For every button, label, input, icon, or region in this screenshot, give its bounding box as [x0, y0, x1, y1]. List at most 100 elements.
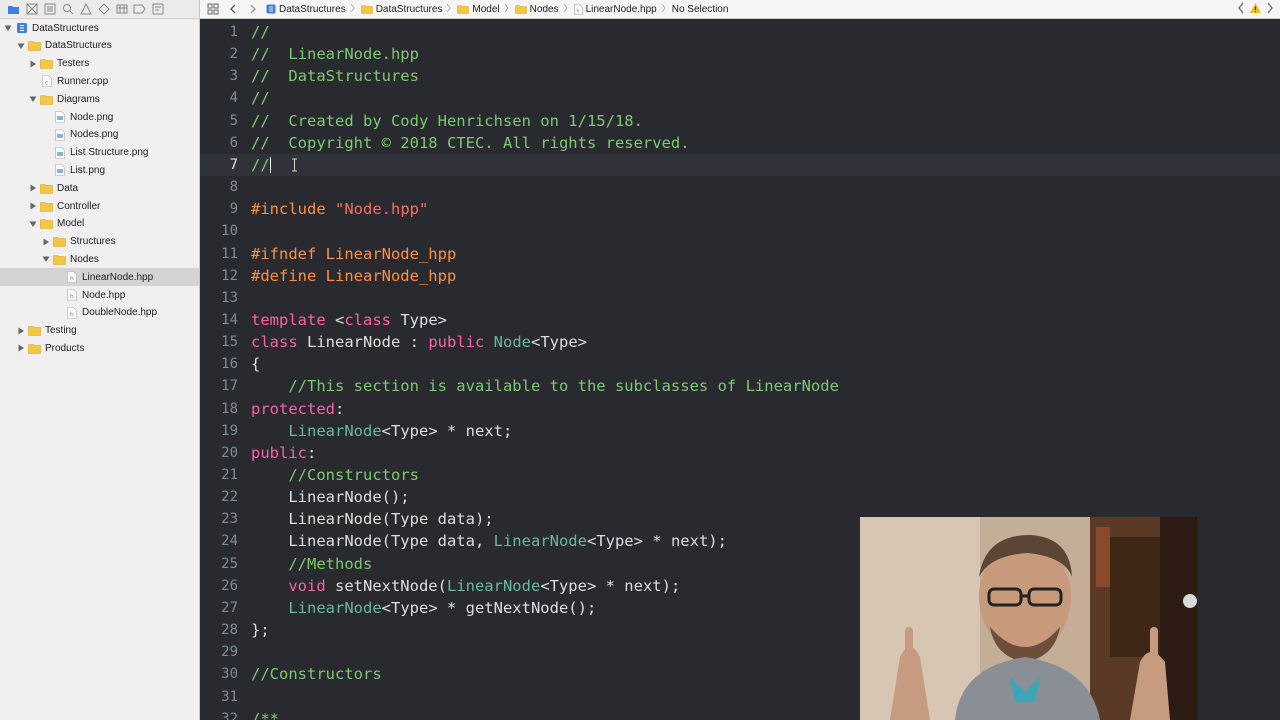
code-line[interactable]: 5 // Created by Cody Henrichsen on 1/15/1… — [200, 110, 1280, 132]
disclosure-open-icon[interactable] — [28, 219, 38, 229]
code-line[interactable]: 13 — [200, 287, 1280, 309]
code-line[interactable]: 15 class LinearNode : public Node<Type> — [200, 331, 1280, 353]
tree-item-data[interactable]: Data — [0, 179, 199, 197]
report-navigator-icon[interactable] — [150, 2, 165, 17]
back-arrow-icon[interactable] — [226, 2, 240, 16]
tree-item-node-png[interactable]: Node.png — [0, 108, 199, 126]
forward-arrow-icon[interactable] — [246, 2, 260, 16]
related-items-icon[interactable] — [206, 2, 220, 16]
find-icon[interactable] — [60, 2, 75, 17]
code-line[interactable]: 1 // — [200, 21, 1280, 43]
disclosure-open-icon[interactable] — [16, 41, 26, 51]
code-line[interactable]: 7 // — [200, 153, 1280, 176]
tree-item-label: Model — [57, 218, 85, 230]
symbol-navigator-icon[interactable] — [42, 2, 57, 17]
disclosure-closed-icon[interactable] — [41, 237, 51, 247]
breadcrumb-item[interactable]: DataStructures — [360, 3, 452, 16]
tree-item-model[interactable]: Model — [0, 215, 199, 233]
code-line[interactable]: 21 //Constructors — [200, 464, 1280, 486]
tree-item-testing[interactable]: Testing — [0, 322, 199, 340]
tree-item-list-structure-png[interactable]: List Structure.png — [0, 144, 199, 162]
tree-item-label: Node.hpp — [82, 289, 126, 301]
tree-item-nodes-png[interactable]: Nodes.png — [0, 126, 199, 144]
ibeam-cursor-icon — [291, 158, 298, 177]
disclosure-closed-icon[interactable] — [28, 183, 38, 193]
source-control-icon[interactable] — [24, 2, 39, 17]
code-token-type: LinearNode — [288, 421, 382, 440]
code-token-com: //This section is available to the subcl… — [251, 377, 839, 396]
breadcrumb-item[interactable]: DataStructures — [266, 3, 355, 16]
tree-item-label: Nodes — [70, 253, 99, 265]
tree-item-products[interactable]: Products — [0, 339, 199, 357]
breadcrumb-item[interactable]: h LinearNode.hpp — [573, 3, 666, 16]
tree-item-structures[interactable]: Structures — [0, 233, 199, 251]
folder-icon — [53, 236, 66, 248]
code-text: LinearNode<Type> * next; — [251, 422, 512, 440]
code-line[interactable]: 16 { — [200, 353, 1280, 375]
header-file-icon: h — [65, 306, 78, 319]
code-line[interactable]: 20 public: — [200, 442, 1280, 464]
code-line[interactable]: 6 // Copyright © 2018 CTEC. All rights re… — [200, 132, 1280, 154]
folder-icon — [28, 40, 41, 52]
text-caret — [269, 157, 271, 174]
webcam-presenter-image — [860, 517, 1197, 720]
issue-navigator-icon[interactable] — [78, 2, 93, 17]
code-line[interactable]: 22 LinearNode(); — [200, 486, 1280, 508]
tree-item-nodes[interactable]: Nodes — [0, 250, 199, 268]
tree-item-linearnode-hpp[interactable]: h LinearNode.hpp — [0, 268, 199, 287]
code-line[interactable]: 11 #ifndef LinearNode_hpp — [200, 243, 1280, 265]
tree-item-list-png[interactable]: List.png — [0, 161, 199, 179]
disclosure-open-icon[interactable] — [41, 254, 51, 264]
disclosure-closed-icon[interactable] — [28, 201, 38, 211]
tree-item-datastructures[interactable]: DataStructures — [0, 19, 199, 37]
project-navigator: DataStructures DataStructures Testers c Runn… — [0, 0, 200, 720]
tree-item-runner-cpp[interactable]: c Runner.cpp — [0, 72, 199, 90]
test-navigator-icon[interactable] — [96, 2, 111, 17]
disclosure-closed-icon[interactable] — [16, 326, 26, 336]
line-number: 3 — [229, 68, 238, 85]
breadcrumb-item[interactable]: No Selection — [672, 4, 729, 15]
disclosure-closed-icon[interactable] — [16, 343, 26, 353]
folder-icon — [40, 200, 53, 212]
disclosure-open-icon[interactable] — [3, 23, 13, 33]
code-line[interactable]: 8 — [200, 176, 1280, 198]
cpp-file-icon: c — [40, 75, 53, 88]
breadcrumb-item[interactable]: Model — [457, 3, 509, 16]
warning-icon[interactable] — [1249, 2, 1262, 17]
chevron-left-icon[interactable] — [1237, 2, 1245, 17]
code-line[interactable]: 19 LinearNode<Type> * next; — [200, 420, 1280, 442]
code-line[interactable]: 2 // LinearNode.hpp — [200, 43, 1280, 65]
disclosure-open-icon[interactable] — [28, 94, 38, 104]
folder-icon — [40, 93, 53, 105]
tree-item-label: Nodes.png — [70, 129, 119, 141]
code-token-kw: class — [344, 310, 391, 329]
line-number: 1 — [229, 24, 238, 40]
tree-item-testers[interactable]: Testers — [0, 55, 199, 73]
code-text: // — [251, 23, 270, 41]
breadcrumb-label: No Selection — [671, 3, 729, 15]
chevron-right-icon[interactable] — [1266, 2, 1274, 17]
tree-item-node-hpp[interactable]: h Node.hpp — [0, 286, 199, 304]
tree-item-doublenode-hpp[interactable]: h DoubleNode.hpp — [0, 304, 199, 322]
breadcrumb-item[interactable]: Nodes — [514, 3, 568, 16]
tree-item-diagrams[interactable]: Diagrams — [0, 90, 199, 108]
code-line[interactable]: 4 // — [200, 87, 1280, 109]
debug-navigator-icon[interactable] — [114, 2, 129, 17]
code-line[interactable]: 17 //This section is available to the su… — [200, 375, 1280, 397]
code-line[interactable]: 12 #define LinearNode_hpp — [200, 265, 1280, 287]
code-token-com: //Constructors — [251, 665, 382, 684]
code-line[interactable]: 9 #include "Node.hpp" — [200, 198, 1280, 220]
disclosure-closed-icon[interactable] — [28, 59, 38, 69]
line-number: 21 — [221, 467, 238, 483]
breakpoint-navigator-icon[interactable] — [132, 2, 147, 17]
tree-item-datastructures[interactable]: DataStructures — [0, 37, 199, 55]
folder-navigator-icon[interactable] — [6, 2, 21, 17]
code-line[interactable]: 3 // DataStructures — [200, 65, 1280, 87]
code-line[interactable]: 18 protected: — [200, 398, 1280, 420]
image-file-icon — [53, 128, 66, 141]
code-line[interactable]: 14 template <class Type> — [200, 309, 1280, 331]
code-line[interactable]: 10 — [200, 220, 1280, 242]
tree-item-controller[interactable]: Controller — [0, 197, 199, 215]
